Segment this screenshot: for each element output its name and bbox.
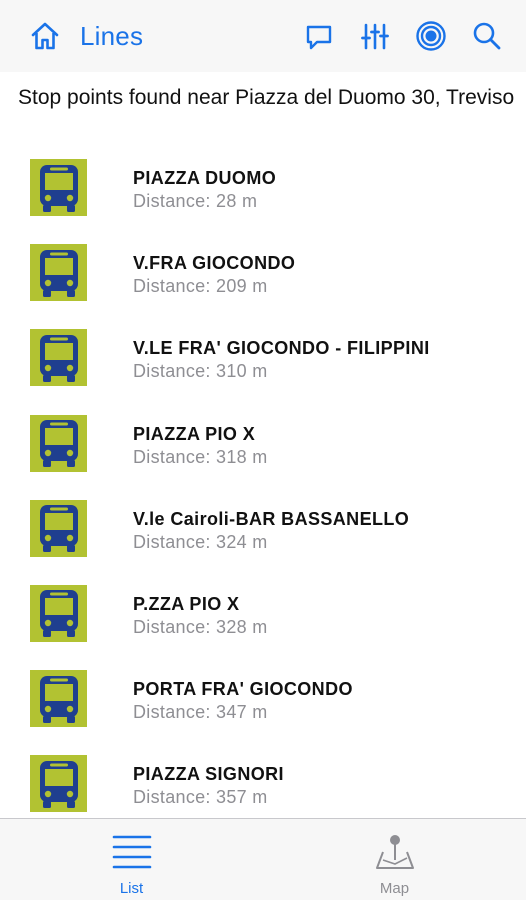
- bus-stop-icon: [30, 244, 87, 302]
- navigation-bar: Lines: [0, 0, 526, 72]
- list-item[interactable]: V.FRA GIOCONDO Distance: 209 m: [0, 235, 526, 320]
- stop-list[interactable]: PIAZZA DUOMO Distance: 28 m V.FRA GIOCON…: [0, 150, 526, 818]
- stop-name: P.ZZA PIO X: [133, 593, 240, 614]
- tab-list[interactable]: List: [0, 819, 263, 900]
- search-icon[interactable]: [470, 19, 504, 53]
- list-item[interactable]: V.LE FRA' GIOCONDO - FILIPPINI Distance:…: [0, 320, 526, 405]
- stop-name: V.FRA GIOCONDO: [133, 253, 296, 274]
- bus-stop-icon: [30, 755, 87, 813]
- nav-actions: [280, 0, 504, 72]
- stop-distance: Distance: 347 m: [133, 702, 268, 723]
- stop-name: V.LE FRA' GIOCONDO - FILIPPINI: [133, 338, 430, 359]
- stop-name: PORTA FRA' GIOCONDO: [133, 679, 353, 700]
- bus-stop-icon: [30, 329, 87, 387]
- stop-distance: Distance: 357 m: [133, 787, 268, 808]
- tab-label: List: [119, 880, 144, 897]
- nav-left-group: Lines: [28, 19, 143, 53]
- stop-name: V.le Cairoli-BAR BASSANELLO: [133, 508, 410, 529]
- tab-label: Map: [379, 880, 410, 897]
- filter-sliders-icon[interactable]: [358, 19, 392, 53]
- bus-stop-icon: [30, 414, 87, 472]
- stop-text: PIAZZA SIGNORI Distance: 357 m: [133, 763, 284, 809]
- bus-stop-icon: [30, 584, 87, 642]
- stop-text: V.LE FRA' GIOCONDO - FILIPPINI Distance:…: [133, 337, 430, 383]
- bus-stop-icon: [30, 159, 87, 216]
- list-item[interactable]: PIAZZA PIO X Distance: 318 m: [0, 406, 526, 491]
- stop-name: PIAZZA PIO X: [133, 423, 256, 444]
- stop-name: PIAZZA DUOMO: [133, 168, 277, 188]
- location-target-icon[interactable]: [414, 19, 448, 53]
- bus-stop-icon: [30, 670, 87, 728]
- stop-text: PIAZZA PIO X Distance: 318 m: [133, 423, 268, 469]
- list-item[interactable]: PIAZZA DUOMO Distance: 28 m: [0, 150, 526, 235]
- results-header: Stop points found near Piazza del Duomo …: [18, 86, 515, 109]
- bus-stop-icon: [30, 499, 87, 557]
- stop-text: P.ZZA PIO X Distance: 328 m: [133, 593, 268, 639]
- list-item[interactable]: P.ZZA PIO X Distance: 328 m: [0, 576, 526, 661]
- page-title: Lines: [80, 20, 144, 51]
- stop-text: V.le Cairoli-BAR BASSANELLO Distance: 32…: [133, 508, 409, 554]
- list-item[interactable]: PIAZZA SIGNORI Distance: 357 m: [0, 746, 526, 818]
- stop-distance: Distance: 318 m: [133, 446, 268, 467]
- list-item[interactable]: V.le Cairoli-BAR BASSANELLO Distance: 32…: [0, 491, 526, 576]
- stop-distance: Distance: 310 m: [133, 361, 268, 382]
- stop-text: V.FRA GIOCONDO Distance: 209 m: [133, 252, 295, 298]
- stop-text: PIAZZA DUOMO Distance: 28 m: [133, 167, 276, 213]
- stop-distance: Distance: 28 m: [133, 191, 258, 211]
- stop-distance: Distance: 328 m: [133, 616, 268, 637]
- list-item[interactable]: PORTA FRA' GIOCONDO Distance: 347 m: [0, 661, 526, 746]
- tab-map[interactable]: Map: [263, 819, 526, 900]
- home-icon[interactable]: [28, 19, 62, 53]
- map-pin-icon: [373, 831, 417, 873]
- stop-distance: Distance: 324 m: [133, 531, 268, 552]
- chat-bubble-icon[interactable]: [302, 19, 336, 53]
- stop-text: PORTA FRA' GIOCONDO Distance: 347 m: [133, 678, 353, 724]
- stop-name: PIAZZA SIGNORI: [133, 764, 284, 785]
- tab-bar: List Map: [0, 818, 526, 900]
- stop-distance: Distance: 209 m: [133, 276, 268, 297]
- list-icon: [110, 831, 154, 873]
